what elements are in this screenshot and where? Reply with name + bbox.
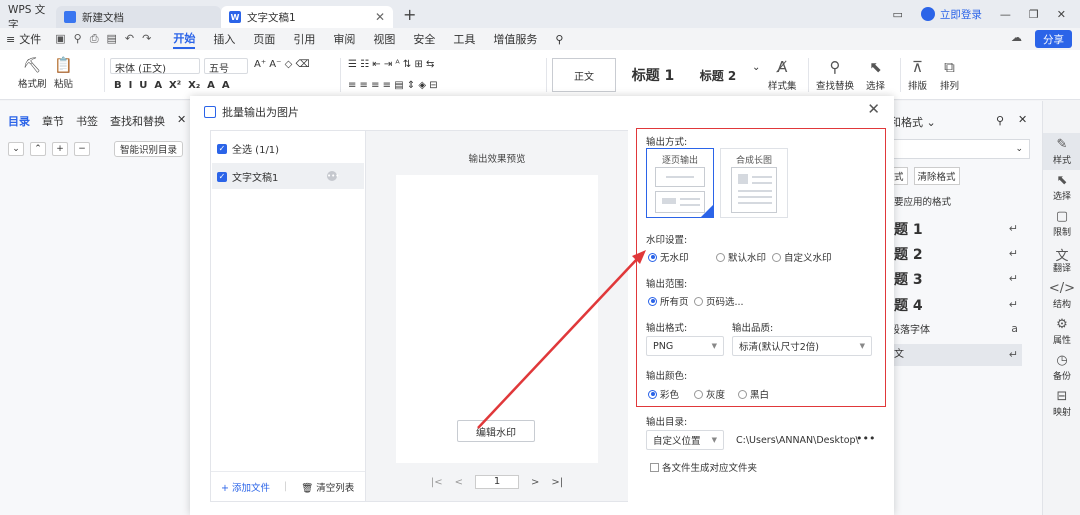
annotation-arrow <box>477 250 646 429</box>
